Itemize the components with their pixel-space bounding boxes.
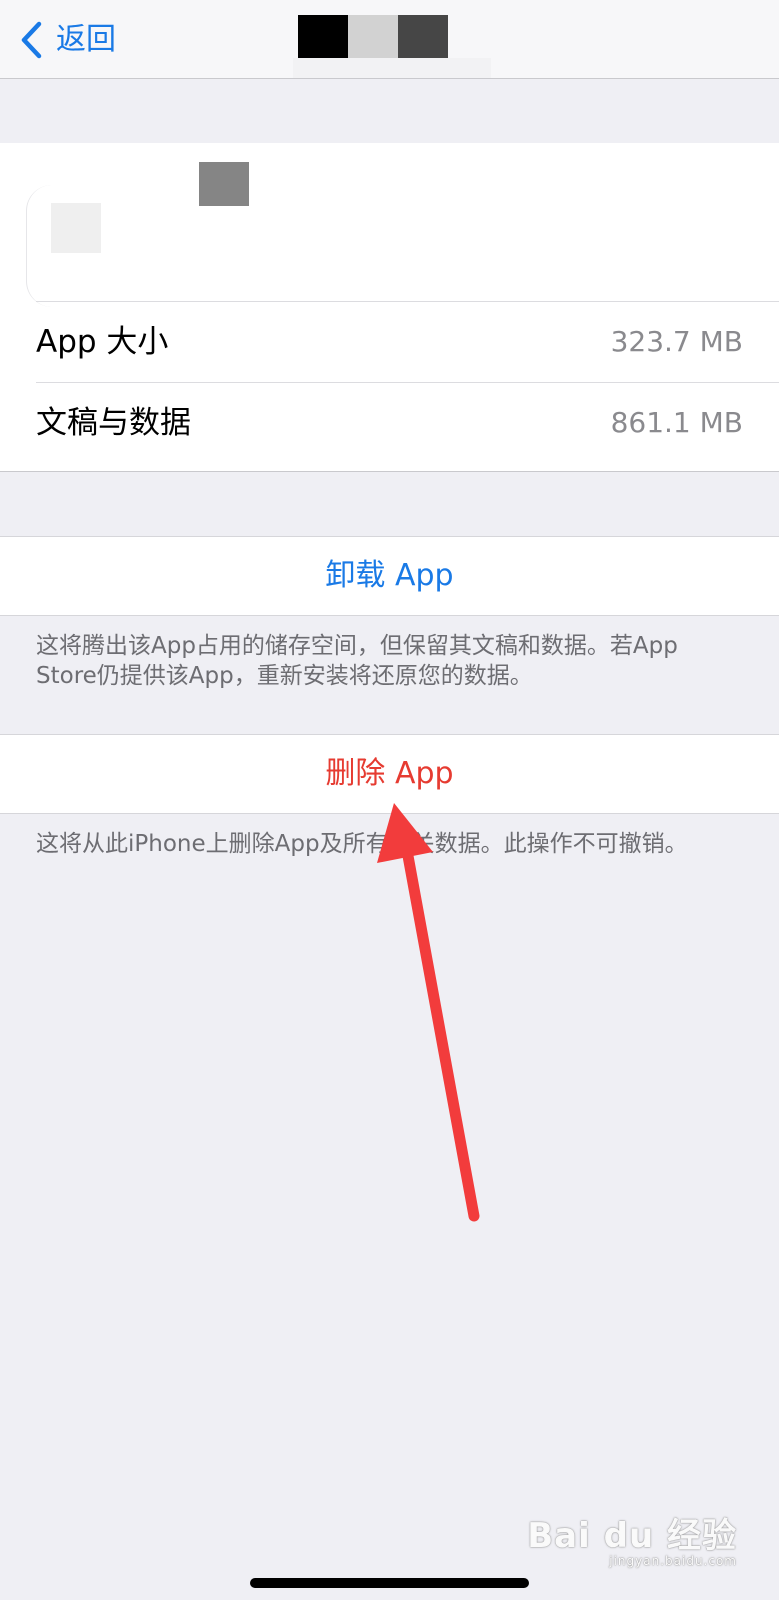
- redacted-app-icon-content: [51, 203, 101, 253]
- title-redaction-shadow: [293, 58, 491, 78]
- app-info-group: App 大小 323.7 MB 文稿与数据 861.1 MB: [0, 143, 779, 472]
- redacted-app-title: [298, 15, 448, 58]
- redacted-app-name: [199, 162, 249, 206]
- documents-data-row: 文稿与数据 861.1 MB: [36, 382, 779, 463]
- home-indicator[interactable]: [250, 1578, 529, 1588]
- app-size-label: App 大小: [36, 324, 169, 360]
- app-size-value: 323.7 MB: [610, 325, 743, 358]
- back-label: 返回: [56, 22, 116, 57]
- back-button[interactable]: 返回: [18, 18, 116, 62]
- watermark-logo-text: Bai du 经验: [527, 1516, 737, 1556]
- app-icon: [26, 185, 149, 307]
- app-size-row: App 大小 323.7 MB: [36, 301, 779, 382]
- offload-app-button[interactable]: 卸载 App: [0, 536, 779, 616]
- offload-description: 这将腾出该App占用的储存空间，但保留其文稿和数据。若App Store仍提供该…: [36, 633, 678, 689]
- documents-data-value: 861.1 MB: [610, 406, 743, 439]
- watermark-url: jingyan.baidu.com: [609, 1554, 737, 1568]
- baidu-watermark: Bai du 经验 jingyan.baidu.com: [527, 1518, 737, 1568]
- chevron-left-icon: [21, 21, 42, 59]
- documents-data-label: 文稿与数据: [36, 405, 191, 441]
- navigation-bar: 返回: [0, 0, 779, 79]
- delete-app-button[interactable]: 删除 App: [0, 734, 779, 814]
- delete-description: 这将从此iPhone上删除App及所有相关数据。此操作不可撤销。: [36, 831, 688, 857]
